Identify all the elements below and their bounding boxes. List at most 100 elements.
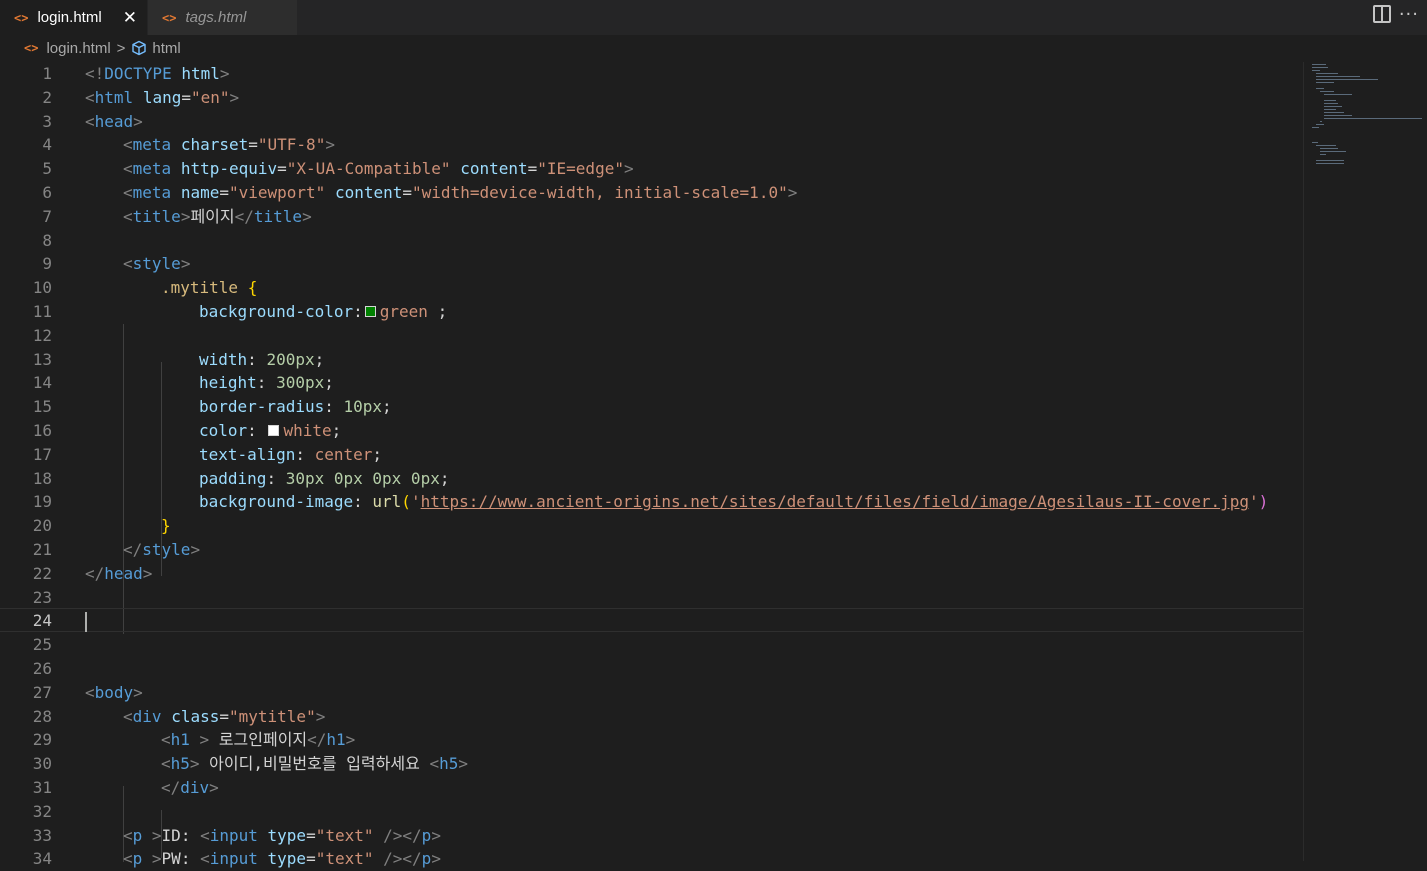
text-cursor	[85, 612, 87, 633]
code-text: padding: 30px 0px 0px 0px;	[199, 468, 450, 488]
minimap-line	[1316, 73, 1338, 74]
code-text: width: 200px;	[199, 349, 325, 369]
code-text: <p >ID: <input type="text" /></p>	[123, 825, 441, 845]
line-number: 7	[42, 206, 52, 226]
line-number: 24	[32, 611, 52, 631]
breadcrumb-symbol[interactable]: html	[152, 40, 180, 57]
color-swatch-green[interactable]	[364, 305, 376, 317]
code-text: <h5> 아이디,비밀번호를 입력하세요 <h5>	[161, 754, 468, 774]
code-line: 8	[0, 229, 1303, 253]
line-number: 2	[42, 87, 52, 107]
code-text: <meta name="viewport" content="width=dev…	[123, 183, 798, 202]
html-file-icon: <>	[162, 10, 177, 25]
code-text: <div class="mytitle">	[123, 706, 326, 726]
minimap-line	[1316, 163, 1344, 164]
code-text: <style>	[123, 254, 191, 274]
code-line: 5 <meta http-equiv="X-UA-Compatible" con…	[0, 157, 1303, 181]
color-swatch-white[interactable]	[268, 424, 280, 436]
code-line: 26	[0, 657, 1303, 681]
minimap-line	[1316, 88, 1324, 89]
code-line: 4 <meta charset="UTF-8">	[0, 133, 1303, 157]
code-text: <meta http-equiv="X-UA-Compatible" conte…	[123, 159, 634, 179]
line-number: 17	[32, 444, 52, 464]
code-text: <h1 > 로그인페이지</h1>	[161, 730, 356, 750]
minimap-line	[1316, 124, 1324, 125]
code-line: 29 <h1 > 로그인페이지</h1>	[0, 728, 1303, 752]
tab-label: tags.html	[185, 9, 247, 26]
code-line: 11 background-color: green ;	[0, 300, 1303, 324]
code-line: 12	[0, 324, 1303, 348]
minimap[interactable]	[1303, 62, 1427, 861]
code-text: <p >PW: <input type="text" /></p>	[123, 849, 441, 869]
code-line: 25	[0, 633, 1303, 657]
line-number: 12	[32, 325, 52, 345]
close-icon[interactable]: ✕	[123, 8, 137, 28]
code-text: </head>	[85, 563, 153, 583]
code-line: 14 height: 300px;	[0, 371, 1303, 395]
minimap-line	[1320, 148, 1338, 149]
line-number: 19	[32, 492, 52, 512]
minimap-line	[1320, 91, 1334, 92]
minimap-line	[1312, 127, 1319, 128]
code-line: 13 width: 200px;	[0, 348, 1303, 372]
code-line: 6 <meta name="viewport" content="width=d…	[0, 181, 1303, 205]
code-text: text-align: center;	[199, 444, 383, 464]
more-actions-icon[interactable]: ···	[1399, 4, 1419, 25]
minimap-line	[1324, 100, 1336, 101]
code-text: <head>	[85, 111, 143, 131]
minimap-line	[1316, 145, 1336, 146]
minimap-line	[1316, 82, 1334, 83]
minimap-line	[1312, 67, 1328, 68]
minimap-line	[1324, 106, 1342, 107]
line-number: 16	[32, 421, 52, 440]
line-number: 6	[42, 183, 52, 202]
code-line: 15 border-radius: 10px;	[0, 395, 1303, 419]
minimap-line	[1316, 79, 1378, 80]
minimap-line	[1316, 160, 1344, 161]
current-line[interactable]: 24	[0, 608, 1303, 633]
split-editor-icon[interactable]	[1373, 5, 1391, 23]
line-number: 30	[32, 754, 52, 774]
code-line: 2 <html lang="en">	[0, 86, 1303, 110]
code-line: 9 <style>	[0, 252, 1303, 276]
minimap-line	[1324, 94, 1352, 95]
code-text: <title>페이지</title>	[123, 206, 312, 226]
line-number: 34	[32, 849, 52, 869]
code-line: 30 <h5> 아이디,비밀번호를 입력하세요 <h5>	[0, 752, 1303, 776]
code-text: }	[161, 516, 171, 536]
code-line: 20 }	[0, 514, 1303, 538]
html-file-icon: <>	[24, 41, 39, 55]
html-file-icon: <>	[14, 10, 29, 25]
line-number: 33	[32, 825, 52, 845]
code-line: 32	[0, 800, 1303, 824]
code-text: </div>	[161, 778, 219, 797]
tab-login-html[interactable]: <> login.html ✕	[0, 0, 148, 35]
code-line: 34 <p >PW: <input type="text" /></p>	[0, 847, 1303, 871]
code-line: 18 padding: 30px 0px 0px 0px;	[0, 467, 1303, 491]
line-number: 31	[32, 778, 52, 797]
breadcrumb-file[interactable]: login.html	[46, 40, 110, 57]
code-line: 19 background-image: url('https://www.an…	[0, 490, 1303, 514]
line-number: 10	[32, 278, 52, 298]
code-line: 31 </div>	[0, 776, 1303, 800]
line-number: 11	[32, 302, 52, 321]
line-number: 9	[42, 254, 52, 274]
tab-label: login.html	[37, 9, 102, 26]
code-text: <meta charset="UTF-8">	[123, 135, 335, 155]
minimap-line	[1324, 118, 1422, 119]
minimap-line	[1312, 142, 1318, 143]
code-text: color: white;	[199, 421, 342, 440]
code-text: height: 300px;	[199, 373, 334, 393]
line-number: 23	[32, 587, 52, 607]
line-number: 28	[32, 706, 52, 726]
minimap-line	[1324, 112, 1344, 113]
code-text: <html lang="en">	[85, 87, 240, 107]
minimap-line	[1320, 151, 1346, 152]
url-link[interactable]: https://www.ancient-origins.net/sites/de…	[421, 492, 1249, 511]
tab-tags-html[interactable]: <> tags.html	[148, 0, 298, 35]
line-number: 32	[32, 801, 52, 821]
code-editor[interactable]: 1 <!DOCTYPE html> 2 <html lang="en"> 3 <…	[0, 62, 1303, 868]
line-number: 18	[32, 468, 52, 488]
line-number: 15	[32, 397, 52, 417]
code-text: background-image: url('https://www.ancie…	[199, 492, 1269, 512]
